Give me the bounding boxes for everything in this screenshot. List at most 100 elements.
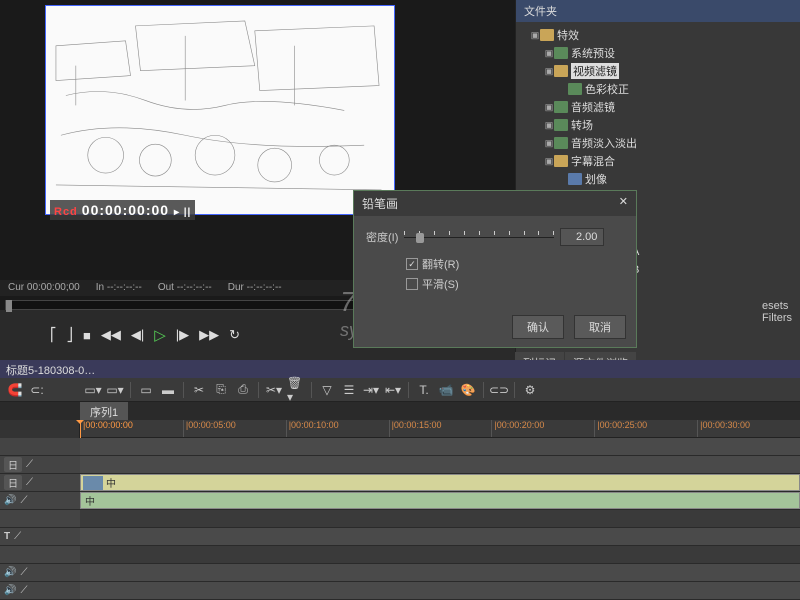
flip-checkbox-row[interactable]: ✓ 翻转(R) (406, 256, 624, 272)
preview-monitor[interactable] (45, 5, 395, 215)
track-head-v1[interactable]: 日⟋ (0, 474, 80, 492)
tree-item[interactable]: 色彩校正 (518, 80, 798, 98)
density-slider[interactable] (404, 229, 554, 245)
out-time: --:--:--:-- (177, 282, 212, 293)
split-icon[interactable]: ✂▾ (265, 382, 283, 398)
mark-out-button[interactable]: ⎦ (67, 327, 74, 343)
tree-label: 字幕混合 (571, 153, 615, 169)
video-icon[interactable]: 📹 (437, 382, 455, 398)
link-icon[interactable]: ⊂⊃ (490, 382, 508, 398)
marker-icon[interactable]: ▽ (318, 382, 336, 398)
track-a3[interactable] (80, 582, 800, 600)
fx-icon (554, 119, 568, 131)
tree-item[interactable]: ▣字幕混合 (518, 152, 798, 170)
copy-icon[interactable]: ⎘ (212, 382, 230, 398)
tree-label: 划像 (585, 171, 607, 187)
color-icon[interactable]: 🎨 (459, 382, 477, 398)
fx-icon (554, 101, 568, 113)
tree-label: 视频滤镜 (571, 63, 619, 79)
track-head-a3[interactable]: 🔊⟋ (0, 582, 80, 600)
mark-in-button[interactable]: ⎡ (50, 327, 57, 343)
track-v1[interactable]: 中 (80, 474, 800, 492)
tree-item[interactable]: ▣系统预设 (518, 44, 798, 62)
track-title[interactable] (80, 528, 800, 546)
flip-checkbox[interactable]: ✓ (406, 258, 418, 270)
ok-button[interactable]: 确认 (512, 315, 564, 339)
dialog-titlebar[interactable]: 铅笔画 ✕ (354, 191, 636, 216)
play-button[interactable]: ▷ (154, 326, 166, 344)
tree-item[interactable]: ▣视频滤镜 (518, 62, 798, 80)
preview-image (46, 6, 394, 214)
track-head-empty2 (0, 546, 80, 564)
track-a2[interactable] (80, 564, 800, 582)
video-clip[interactable]: 中 (80, 474, 800, 491)
group-icon[interactable]: ☰ (340, 382, 358, 398)
tree-label: 系统预设 (571, 45, 615, 61)
tree-item[interactable]: ▣音频淡入淡出 (518, 134, 798, 152)
close-icon[interactable]: ✕ (619, 195, 628, 212)
tree-item[interactable]: 划像 (518, 170, 798, 188)
ruler-tick: |00:00:15:00 (389, 420, 492, 437)
paste-icon[interactable]: ⎙ (234, 382, 252, 398)
tree-label: 音频滤镜 (571, 99, 615, 115)
folder-icon (554, 65, 568, 77)
dur-time: --:--:--:-- (247, 282, 282, 293)
track-spacer (80, 438, 800, 456)
scrub-handle[interactable] (6, 300, 12, 312)
track-head-t[interactable]: T⟋ (0, 528, 80, 546)
smooth-checkbox[interactable] (406, 278, 418, 290)
snap-icon[interactable]: ⊂: (28, 382, 46, 398)
rewind-button[interactable]: ◀◀ (101, 327, 121, 343)
folder-icon (554, 155, 568, 167)
extra-text: esets Filters (762, 300, 792, 324)
track-head-v2[interactable]: 日⟋ (0, 456, 80, 474)
fx-icon (568, 83, 582, 95)
settings-icon[interactable]: ⚙ (521, 382, 539, 398)
next-frame-button[interactable]: |▶ (176, 327, 189, 343)
smooth-checkbox-row[interactable]: 平滑(S) (406, 276, 624, 292)
ruler-tick: |00:00:25:00 (594, 420, 697, 437)
magnet-icon[interactable]: 🧲 (6, 382, 24, 398)
forward-button[interactable]: ▶▶ (199, 327, 219, 343)
tree-item[interactable]: ▣特效 (518, 26, 798, 44)
stop-button[interactable]: ■ (83, 328, 91, 343)
t-icon (568, 173, 582, 185)
tool-b-icon[interactable]: ▭▾ (106, 382, 124, 398)
timeline-ruler[interactable]: |00:00:00:00|00:00:05:00|00:00:10:00|00:… (80, 420, 800, 438)
title-icon[interactable]: T. (415, 382, 433, 398)
cur-label: Cur (8, 282, 24, 293)
new-icon[interactable]: ▭ (137, 382, 155, 398)
tree-item[interactable]: ▣转场 (518, 116, 798, 134)
sequence-tab[interactable]: 序列1 (80, 402, 128, 422)
out-label: Out (158, 282, 174, 293)
clip-label-a: 中 (85, 493, 95, 508)
prev-frame-button[interactable]: ◀| (131, 327, 144, 343)
delete-icon[interactable]: 🗑▾ (287, 382, 305, 398)
density-value[interactable]: 2.00 (560, 228, 604, 246)
slider-thumb[interactable] (416, 233, 424, 243)
fx-icon (554, 137, 568, 149)
track-head-a2[interactable]: 🔊⟋ (0, 564, 80, 582)
save-icon[interactable]: ▬ (159, 382, 177, 398)
trans-b-icon[interactable]: ⇤▾ (384, 382, 402, 398)
tree-label: 色彩校正 (585, 81, 629, 97)
trans-a-icon[interactable]: ⇥▾ (362, 382, 380, 398)
sketch-effect-image (46, 6, 394, 214)
track-head-spacer (0, 438, 80, 456)
density-row: 密度(I) 2.00 (366, 228, 624, 246)
tree-item[interactable]: ▣音频滤镜 (518, 98, 798, 116)
loop-button[interactable]: ↻ (229, 327, 240, 343)
folder-icon (540, 29, 554, 41)
track-head-empty1 (0, 510, 80, 528)
tree-label: 音频淡入淡出 (571, 135, 637, 151)
cut-icon[interactable]: ✂ (190, 382, 208, 398)
record-timecode: Rcd00:00:00:00 ▸ || (50, 200, 195, 220)
track-v2[interactable] (80, 456, 800, 474)
cur-time: 00:00:00;00 (27, 282, 80, 293)
track-head-a1[interactable]: 🔊⟋ (0, 492, 80, 510)
cancel-button[interactable]: 取消 (574, 315, 626, 339)
track-empty1 (80, 510, 800, 528)
audio-clip[interactable]: 中 (80, 492, 800, 509)
tool-a-icon[interactable]: ▭▾ (84, 382, 102, 398)
track-a1[interactable]: 中 (80, 492, 800, 510)
